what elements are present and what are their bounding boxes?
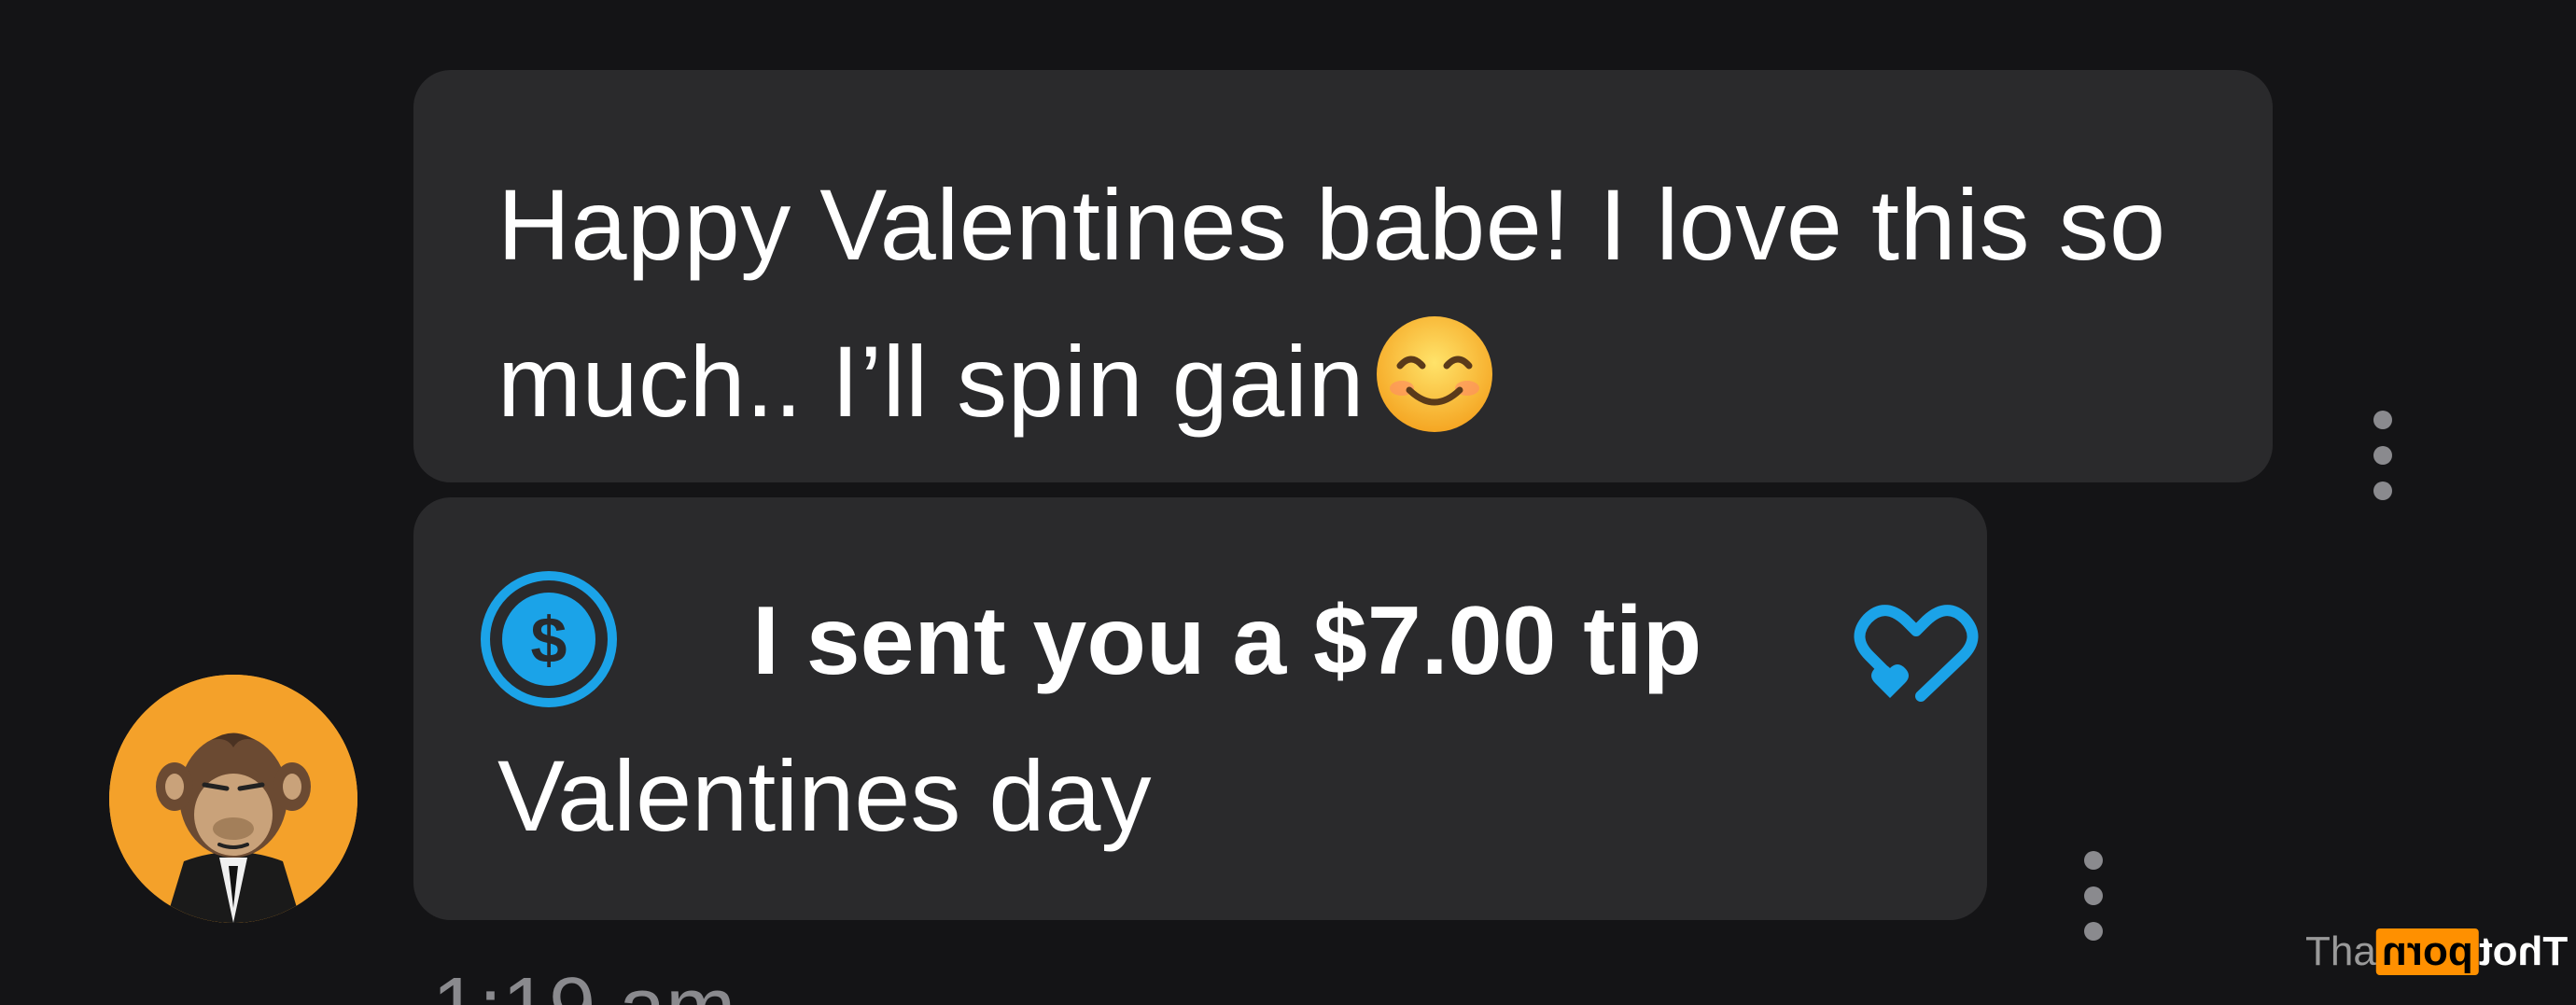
tip-more-options-icon[interactable] bbox=[2075, 851, 2112, 944]
heart-icon[interactable] bbox=[1841, 586, 1991, 717]
chat-screen: Happy Valentines babe! I love this so mu… bbox=[0, 0, 2576, 1005]
tip-row: $ I sent you a $7.00 tip bbox=[479, 558, 1979, 717]
watermark-prefix: Tha bbox=[2305, 928, 2376, 974]
message-bubble[interactable]: Happy Valentines babe! I love this so mu… bbox=[413, 70, 2273, 482]
message-more-options-icon[interactable] bbox=[2364, 411, 2401, 504]
message-text-content: Happy Valentines babe! I love this so mu… bbox=[497, 168, 2166, 438]
message-timestamp: 1:19 am bbox=[432, 961, 735, 1005]
smiling-face-emoji-icon bbox=[1374, 314, 1495, 435]
tip-message-bubble[interactable]: $ I sent you a $7.00 tip Valentines day bbox=[413, 497, 1987, 920]
watermark-box: porn bbox=[2375, 928, 2479, 975]
watermark: Tha porn Thot bbox=[2305, 928, 2568, 975]
watermark-suffix: Thot bbox=[2478, 928, 2568, 974]
dollar-circle-icon: $ bbox=[479, 569, 619, 709]
avatar[interactable] bbox=[109, 675, 357, 923]
ape-avatar-icon bbox=[109, 675, 357, 923]
svg-text:$: $ bbox=[531, 604, 567, 677]
message-text: Happy Valentines babe! I love this so mu… bbox=[497, 147, 2196, 460]
tip-note-text: Valentines day bbox=[497, 739, 1152, 852]
tip-amount-label: I sent you a $7.00 tip bbox=[752, 587, 1702, 695]
